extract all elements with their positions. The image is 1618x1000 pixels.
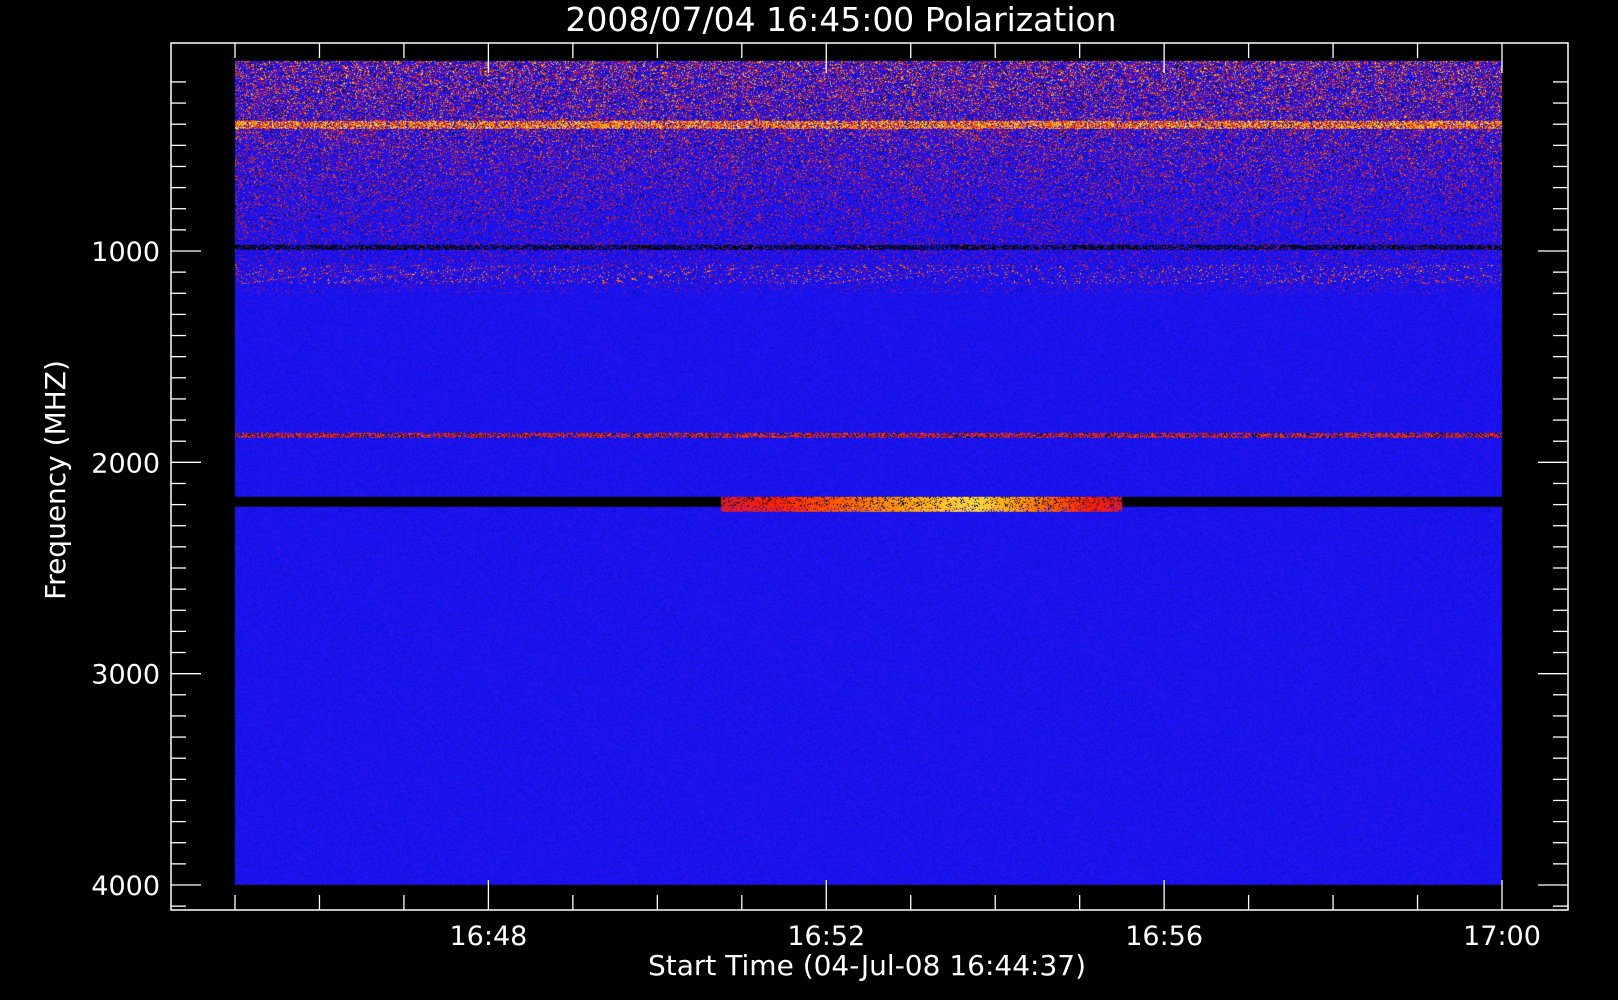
x-tick-label: 16:48 xyxy=(449,921,527,952)
x-tick-label: 16:52 xyxy=(787,921,865,952)
chart-title: 2008/07/04 16:45:00 Polarization xyxy=(565,0,1116,39)
spectrogram-heatmap xyxy=(235,60,1502,885)
polarization-chart: 2008/07/04 16:45:00 Polarization 16:48 16… xyxy=(0,0,1618,1000)
y-tick-label: 3000 xyxy=(91,660,160,691)
heatmap-image xyxy=(235,60,1502,885)
y-tick-label: 2000 xyxy=(91,448,160,479)
y-tick-label: 4000 xyxy=(91,871,160,902)
y-tick-label: 1000 xyxy=(91,237,160,268)
x-tick-label: 16:56 xyxy=(1125,921,1203,952)
x-axis-label: Start Time (04-Jul-08 16:44:37) xyxy=(648,949,1086,982)
x-tick-label: 17:00 xyxy=(1463,921,1541,952)
y-axis-label: Frequency (MHZ) xyxy=(39,360,72,600)
